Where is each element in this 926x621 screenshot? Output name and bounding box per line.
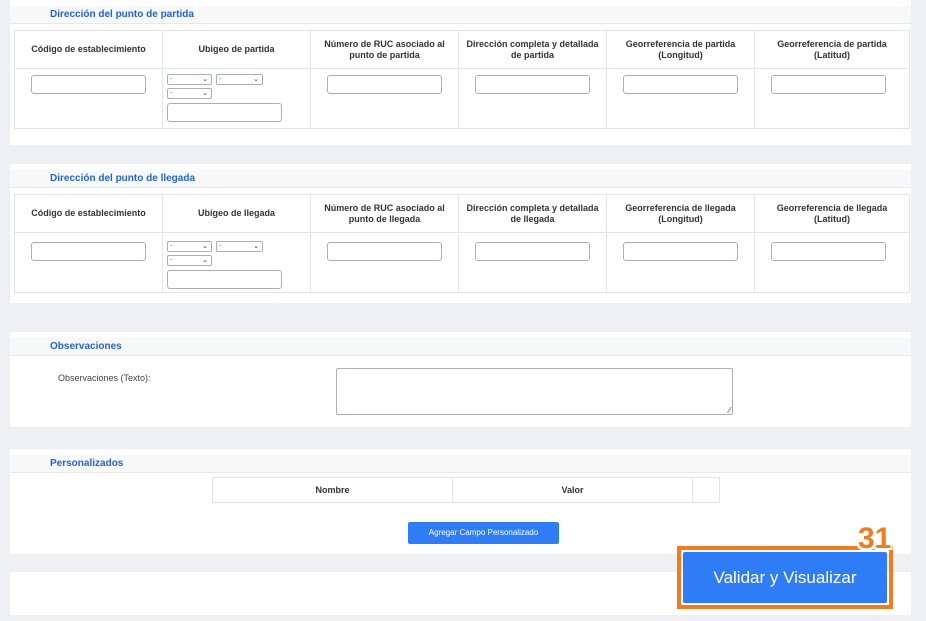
col-ubigeo-header: Ubigeo de llegada <box>162 194 311 233</box>
validar-visualizar-button[interactable]: Validar y Visualizar <box>683 552 887 603</box>
codigo-cell <box>14 232 163 293</box>
direccion-input[interactable] <box>475 242 590 261</box>
observaciones-label: Observaciones (Texto): <box>58 373 151 383</box>
col-codigo-header: Código de establecimiento <box>14 194 163 233</box>
codigo-cell <box>14 68 163 129</box>
col-ruc-header: Número de RUC asociado al punto de llega… <box>310 194 459 233</box>
latitud-cell <box>754 68 910 129</box>
observaciones-panel: Observaciones Observaciones (Texto): ⁄⁄ <box>10 332 911 427</box>
ubigeo-input[interactable] <box>167 103 282 122</box>
personalizados-table: Nombre Valor <box>212 477 720 503</box>
codigo-establecimiento-input[interactable] <box>31 75 146 94</box>
col-ruc-header: Número de RUC asociado al punto de parti… <box>310 30 459 69</box>
provincia-select[interactable]: - ⌄ <box>216 74 263 85</box>
observaciones-titlebar <box>10 338 911 356</box>
chevron-down-icon: ⌄ <box>202 90 208 97</box>
longitud-input[interactable] <box>623 242 738 261</box>
distrito-select[interactable]: - ⌄ <box>167 88 212 99</box>
chevron-down-icon: ⌄ <box>202 257 208 264</box>
observaciones-section-title: Observaciones <box>50 341 122 352</box>
llegada-table: Código de establecimiento Ubigeo de lleg… <box>14 194 910 293</box>
col-nombre-header: Nombre <box>212 477 453 503</box>
add-custom-field-button[interactable]: Agregar Campo Personalizado <box>408 522 559 544</box>
latitud-input[interactable] <box>771 75 886 94</box>
ubigeo-cell: - ⌄ - ⌄ - ⌄ <box>162 232 311 293</box>
chevron-down-icon: ⌄ <box>202 76 208 83</box>
col-ubigeo-header: Ubigeo de partida <box>162 30 311 69</box>
llegada-section-title: Dirección del punto de llegada <box>50 173 196 184</box>
direccion-input[interactable] <box>475 75 590 94</box>
chevron-down-icon: ⌄ <box>253 243 259 250</box>
col-longitud-header: Georreferencia de llegada (Longitud) <box>606 194 755 233</box>
departamento-select[interactable]: - ⌄ <box>167 74 212 85</box>
longitud-input[interactable] <box>623 75 738 94</box>
longitud-cell <box>606 232 755 293</box>
partida-section-title: Dirección del punto de partida <box>50 9 194 20</box>
personalizados-panel: Personalizados Nombre Valor Agregar Camp… <box>10 449 911 554</box>
ruc-input[interactable] <box>327 242 442 261</box>
col-valor-header: Valor <box>452 477 693 503</box>
col-latitud-header: Georreferencia de llegada (Latitud) <box>754 194 910 233</box>
provincia-select[interactable]: - ⌄ <box>216 241 263 252</box>
partida-table: Código de establecimiento Ubigeo de part… <box>14 30 910 129</box>
latitud-input[interactable] <box>771 242 886 261</box>
col-acciones-header <box>692 477 720 503</box>
latitud-cell <box>754 232 910 293</box>
longitud-cell <box>606 68 755 129</box>
ubigeo-cell: - ⌄ - ⌄ - ⌄ <box>162 68 311 129</box>
col-codigo-header: Código de establecimiento <box>14 30 163 69</box>
chevron-down-icon: ⌄ <box>253 76 259 83</box>
chevron-down-icon: ⌄ <box>202 243 208 250</box>
ruc-input[interactable] <box>327 75 442 94</box>
departamento-select[interactable]: - ⌄ <box>167 241 212 252</box>
ruc-cell <box>310 232 459 293</box>
col-direccion-header: Dirección completa y detallada de partid… <box>458 30 607 69</box>
step-badge: 31 <box>858 522 892 555</box>
col-direccion-header: Dirección completa y detallada de llegad… <box>458 194 607 233</box>
personalizados-section-title: Personalizados <box>50 458 124 469</box>
observaciones-textarea[interactable]: ⁄⁄ <box>336 368 733 415</box>
ubigeo-input[interactable] <box>167 270 282 289</box>
direccion-cell <box>458 232 607 293</box>
resize-handle-icon[interactable]: ⁄⁄ <box>728 406 731 415</box>
direccion-cell <box>458 68 607 129</box>
ruc-cell <box>310 68 459 129</box>
col-longitud-header: Georreferencia de partida (Longitud) <box>606 30 755 69</box>
personalizados-titlebar <box>10 455 911 473</box>
col-latitud-header: Georreferencia de partida (Latitud) <box>754 30 910 69</box>
codigo-establecimiento-input[interactable] <box>31 242 146 261</box>
distrito-select[interactable]: - ⌄ <box>167 255 212 266</box>
